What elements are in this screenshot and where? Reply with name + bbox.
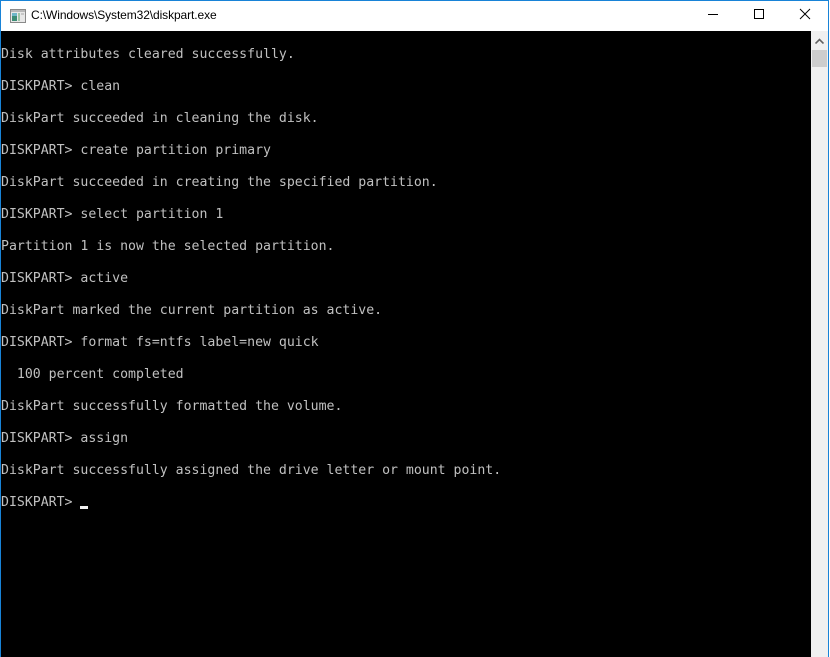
output-line xyxy=(1,479,501,495)
console-output-area[interactable]: Disk attributes cleared successfully. DIS… xyxy=(1,31,811,657)
output-line xyxy=(1,287,501,303)
output-line xyxy=(1,255,501,271)
title-bar[interactable]: C:\Windows\System32\diskpart.exe xyxy=(1,1,828,31)
output-line xyxy=(1,159,501,175)
output-line: DiskPart succeeded in creating the speci… xyxy=(1,175,438,190)
output-line xyxy=(1,351,501,367)
output-line xyxy=(1,95,501,111)
close-icon xyxy=(799,7,811,25)
chevron-up-icon xyxy=(814,31,825,49)
command-line: DISKPART> assign xyxy=(1,431,129,446)
command-line: DISKPART> select partition 1 xyxy=(1,207,224,222)
console-app-icon xyxy=(10,9,26,23)
output-line: DiskPart marked the current partition as… xyxy=(1,303,383,318)
output-line: 100 percent completed xyxy=(1,367,184,382)
text-cursor xyxy=(80,506,89,509)
output-line: DiskPart successfully formatted the volu… xyxy=(1,399,343,414)
output-line xyxy=(1,447,501,463)
output-line xyxy=(1,191,501,207)
minimize-button[interactable] xyxy=(690,1,736,31)
maximize-button[interactable] xyxy=(736,1,782,31)
output-line: Disk attributes cleared successfully. xyxy=(1,47,295,62)
command-line: DISKPART> create partition primary xyxy=(1,143,271,158)
console-window: C:\Windows\System32\diskpart.exe Disk at… xyxy=(0,0,829,657)
output-line: Partition 1 is now the selected partitio… xyxy=(1,239,335,254)
output-line xyxy=(1,127,501,143)
output-line xyxy=(1,63,501,79)
command-line: DISKPART> active xyxy=(1,271,129,286)
output-line xyxy=(1,319,501,335)
prompt-text: DISKPART> xyxy=(1,495,81,510)
console-lines: Disk attributes cleared successfully. DIS… xyxy=(1,47,501,511)
output-line xyxy=(1,415,501,431)
vertical-scrollbar[interactable] xyxy=(811,31,828,657)
window-title: C:\Windows\System32\diskpart.exe xyxy=(31,8,217,22)
output-line xyxy=(1,383,501,399)
prompt-line[interactable]: DISKPART> xyxy=(1,495,501,511)
output-line xyxy=(1,223,501,239)
minimize-icon xyxy=(707,7,719,25)
close-button[interactable] xyxy=(782,1,828,31)
output-line: DiskPart succeeded in cleaning the disk. xyxy=(1,111,319,126)
output-line: DiskPart successfully assigned the drive… xyxy=(1,463,502,478)
command-line: DISKPART> clean xyxy=(1,79,121,94)
command-line: DISKPART> format fs=ntfs label=new quick xyxy=(1,335,319,350)
scrollbar-thumb[interactable] xyxy=(812,50,827,67)
maximize-icon xyxy=(753,7,765,25)
scroll-up-button[interactable] xyxy=(811,31,828,48)
